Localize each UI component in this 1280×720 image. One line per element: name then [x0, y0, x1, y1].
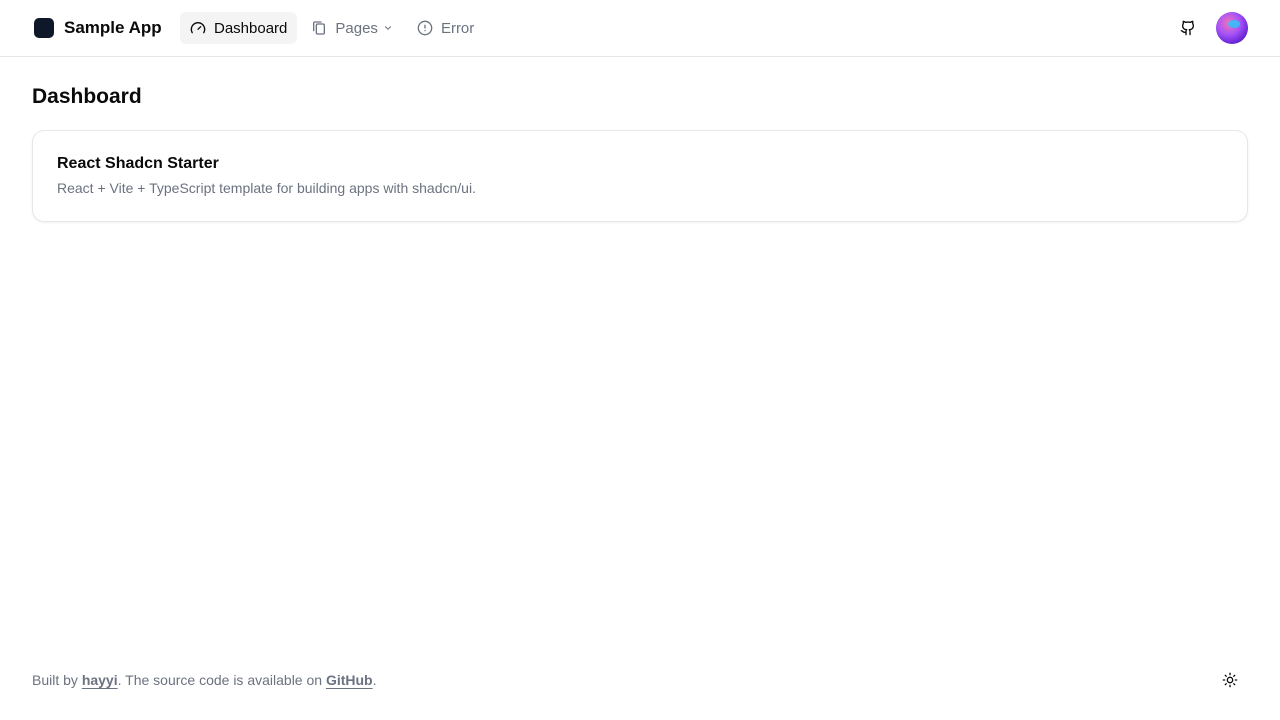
- app-logo-icon: [34, 18, 54, 38]
- files-icon: [313, 21, 326, 35]
- footer-suffix: .: [372, 672, 377, 688]
- author-link[interactable]: hayyi: [82, 672, 118, 688]
- sun-icon: [1222, 672, 1238, 688]
- header-actions: [1172, 12, 1248, 44]
- top-navbar: Sample App Dashboard Pages Error: [0, 0, 1280, 57]
- nav-item-error[interactable]: Error: [407, 12, 484, 44]
- intro-card: React Shadcn Starter React + Vite + Type…: [32, 130, 1248, 222]
- page-title: Dashboard: [32, 85, 142, 108]
- card-description: React + Vite + TypeScript template for b…: [57, 180, 476, 196]
- alert-circle-icon: [417, 20, 433, 36]
- gauge-icon: [190, 22, 206, 34]
- footer-text: Built by hayyi. The source code is avail…: [32, 670, 376, 690]
- footer-prefix: Built by: [32, 672, 82, 688]
- app-name: Sample App: [64, 18, 162, 37]
- github-source-link[interactable]: GitHub: [326, 672, 373, 688]
- nav-item-pages[interactable]: Pages: [301, 12, 403, 44]
- theme-toggle-button[interactable]: [1216, 666, 1244, 694]
- nav-item-dashboard[interactable]: Dashboard: [180, 12, 298, 44]
- nav-item-label: Dashboard: [214, 19, 288, 37]
- footer-middle: . The source code is available on: [117, 672, 326, 688]
- github-button[interactable]: [1172, 12, 1204, 44]
- main-nav: Dashboard Pages Error: [180, 12, 488, 44]
- nav-item-label: Pages: [335, 19, 378, 37]
- card-title: React Shadcn Starter: [57, 155, 219, 172]
- user-avatar[interactable]: [1216, 12, 1248, 44]
- app-brand[interactable]: Sample App: [34, 18, 162, 38]
- github-icon: [1180, 20, 1195, 36]
- nav-item-label: Error: [440, 19, 475, 37]
- chevron-down-icon: [384, 26, 391, 30]
